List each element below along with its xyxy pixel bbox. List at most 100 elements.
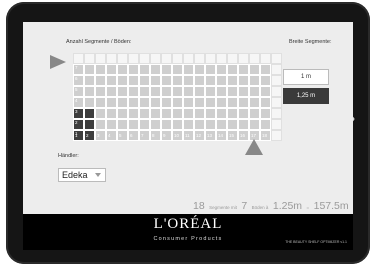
grid-cell[interactable] (172, 97, 183, 108)
grid-cell[interactable] (128, 97, 139, 108)
grid-cell[interactable] (139, 97, 150, 108)
grid-cell[interactable] (238, 97, 249, 108)
grid-cell[interactable] (106, 97, 117, 108)
grid-cell[interactable] (128, 86, 139, 97)
grid-cell[interactable] (128, 119, 139, 130)
grid-cell[interactable] (95, 86, 106, 97)
grid-cell[interactable] (205, 108, 216, 119)
grid-cell[interactable] (128, 108, 139, 119)
grid-cell[interactable] (271, 108, 282, 119)
width-option-125m-button[interactable]: 1,25 m (283, 88, 329, 104)
grid-cell[interactable] (271, 53, 282, 64)
grid-cell[interactable] (183, 75, 194, 86)
grid-cell[interactable] (84, 119, 95, 130)
grid-cell[interactable] (161, 64, 172, 75)
grid-cell[interactable] (227, 108, 238, 119)
grid-cell[interactable] (150, 64, 161, 75)
segment-floor-grid[interactable]: 7 6 5 4 3 2 1 1 2 3 4 5 6 7 8 9 10 11 12 13 14 15 16 17 18 (73, 53, 282, 141)
grid-cell[interactable] (172, 119, 183, 130)
grid-cell[interactable] (172, 75, 183, 86)
grid-cell[interactable] (216, 75, 227, 86)
grid-cell[interactable] (139, 108, 150, 119)
grid-cell[interactable] (227, 64, 238, 75)
grid-cell[interactable] (194, 108, 205, 119)
grid-cell[interactable] (238, 119, 249, 130)
grid-cell[interactable] (205, 64, 216, 75)
grid-cell[interactable] (139, 64, 150, 75)
grid-cell[interactable] (84, 86, 95, 97)
grid-cell[interactable] (194, 64, 205, 75)
grid-cell[interactable] (95, 53, 106, 64)
grid-cell[interactable] (194, 75, 205, 86)
grid-cell[interactable] (271, 75, 282, 86)
grid-cell[interactable] (117, 86, 128, 97)
column-handle-icon[interactable] (245, 139, 263, 155)
grid-cell[interactable] (216, 108, 227, 119)
grid-cell[interactable] (216, 64, 227, 75)
grid-cell[interactable] (238, 86, 249, 97)
grid-cell[interactable] (161, 75, 172, 86)
grid-cell[interactable] (194, 86, 205, 97)
grid-cell[interactable] (117, 108, 128, 119)
grid-cell[interactable] (106, 53, 117, 64)
grid-cell[interactable] (238, 108, 249, 119)
grid-cell[interactable] (172, 53, 183, 64)
grid-cell[interactable] (128, 75, 139, 86)
grid-cell[interactable] (271, 86, 282, 97)
grid-cell[interactable] (106, 119, 117, 130)
grid-cell[interactable] (183, 53, 194, 64)
grid-cell[interactable] (260, 64, 271, 75)
grid-cell[interactable] (216, 53, 227, 64)
grid-cell[interactable] (249, 86, 260, 97)
grid-cell[interactable] (205, 97, 216, 108)
grid-cell[interactable] (150, 119, 161, 130)
grid-cell[interactable] (150, 86, 161, 97)
grid-cell[interactable] (161, 86, 172, 97)
grid-cell[interactable] (117, 64, 128, 75)
grid-cell[interactable] (227, 86, 238, 97)
grid-cell[interactable] (260, 97, 271, 108)
grid-cell[interactable] (194, 53, 205, 64)
grid-cell[interactable] (238, 75, 249, 86)
grid-cell[interactable] (95, 108, 106, 119)
grid-cell[interactable] (84, 97, 95, 108)
grid-cell[interactable] (205, 86, 216, 97)
grid-cell[interactable] (216, 119, 227, 130)
grid-cell[interactable] (139, 119, 150, 130)
grid-cell[interactable] (95, 97, 106, 108)
grid-cell[interactable] (271, 119, 282, 130)
grid-cell[interactable] (84, 64, 95, 75)
grid-cell[interactable] (95, 75, 106, 86)
grid-cell[interactable] (73, 53, 84, 64)
grid-cell[interactable] (106, 75, 117, 86)
grid-cell[interactable] (271, 130, 282, 141)
grid-cell[interactable] (150, 97, 161, 108)
grid-cell[interactable] (150, 75, 161, 86)
grid-cell[interactable] (249, 119, 260, 130)
grid-cell[interactable] (117, 97, 128, 108)
grid-cell[interactable] (238, 53, 249, 64)
grid-cell[interactable] (260, 108, 271, 119)
grid-cell[interactable] (271, 97, 282, 108)
grid-cell[interactable] (260, 86, 271, 97)
grid-cell[interactable] (183, 86, 194, 97)
grid-cell[interactable] (183, 119, 194, 130)
grid-cell[interactable] (150, 53, 161, 64)
grid-cell[interactable] (117, 119, 128, 130)
grid-cell[interactable] (117, 53, 128, 64)
grid-cell[interactable] (194, 119, 205, 130)
dealer-select[interactable]: Edeka (58, 168, 106, 182)
grid-cell[interactable] (161, 97, 172, 108)
grid-cell[interactable] (128, 64, 139, 75)
width-option-1m-button[interactable]: 1 m (283, 69, 329, 85)
grid-cell[interactable] (249, 64, 260, 75)
grid-cell[interactable] (139, 86, 150, 97)
grid-cell[interactable] (106, 64, 117, 75)
grid-cell[interactable] (216, 97, 227, 108)
grid-cell[interactable] (249, 53, 260, 64)
grid-cell[interactable] (227, 53, 238, 64)
grid-cell[interactable] (227, 75, 238, 86)
grid-cell[interactable] (205, 53, 216, 64)
grid-cell[interactable] (216, 86, 227, 97)
grid-cell[interactable] (84, 75, 95, 86)
